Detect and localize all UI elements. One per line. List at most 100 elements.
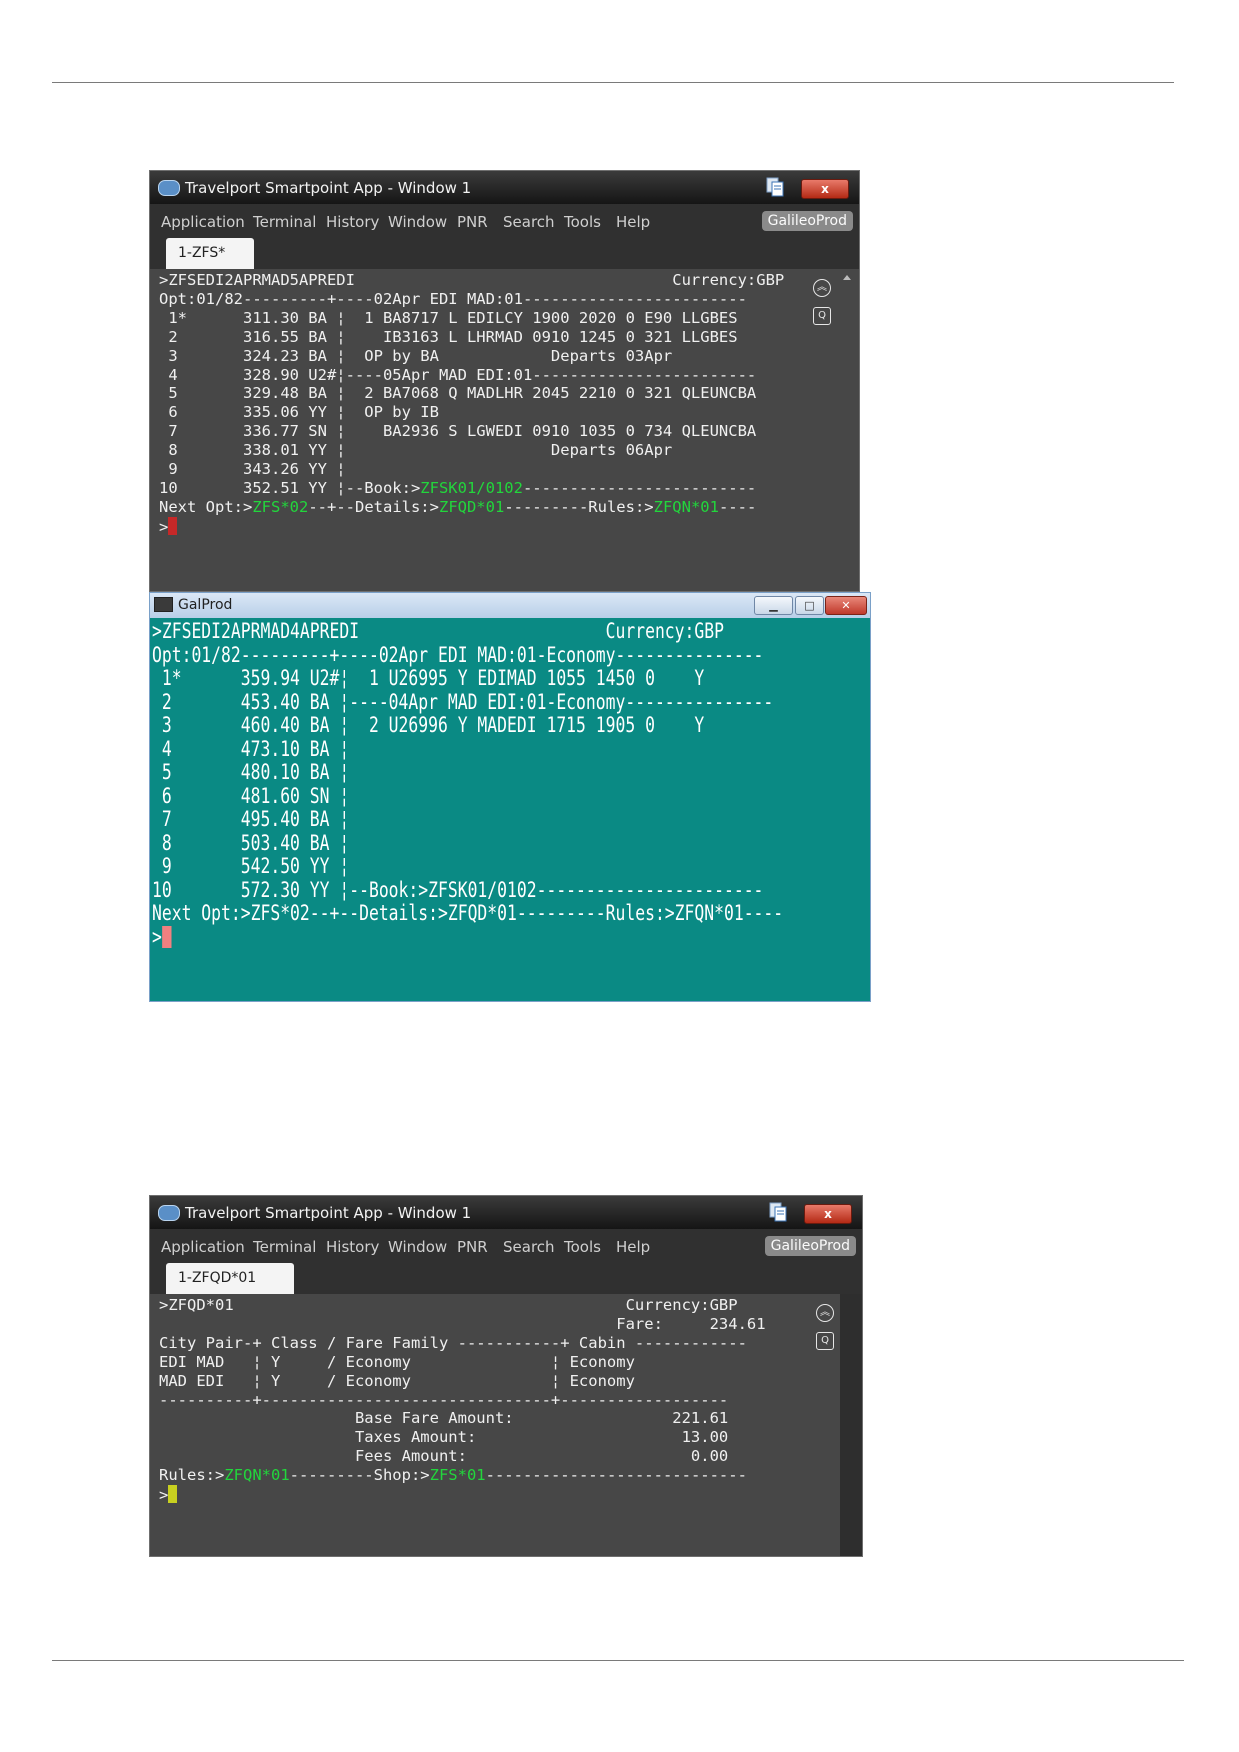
menu-search[interactable]: Search xyxy=(503,213,555,231)
menu-terminal[interactable]: Terminal xyxy=(253,1238,316,1256)
galprod-titlebar[interactable]: GalProd ▁ □ ✕ xyxy=(150,593,870,618)
galprod-window: GalProd ▁ □ ✕ >ZFSEDI2APRMAD4APREDI Curr… xyxy=(149,592,871,1002)
minimize-button[interactable]: ▁ xyxy=(754,596,793,615)
terminal-screen[interactable]: >ZFSEDI2APRMAD5APREDI Currency:GBP Opt:0… xyxy=(150,269,859,591)
galprod-close-button[interactable]: ✕ xyxy=(825,596,867,615)
terminal-line: 10 352.51 YY ¦--Book:>ZFSK01/0102-------… xyxy=(159,479,756,497)
terminal-line: 2 453.40 BA ¦----04Apr MAD EDI:01-Econom… xyxy=(152,689,774,714)
terminal-line: 8 503.40 BA ¦ xyxy=(152,830,350,855)
terminal-text: ---------Rules:> xyxy=(504,497,654,516)
menu-tools[interactable]: Tools xyxy=(564,213,601,231)
menu-application[interactable]: Application xyxy=(161,213,245,231)
menu-pnr[interactable]: PNR xyxy=(457,1238,488,1256)
tab-terminal-session[interactable]: 1-ZFS* xyxy=(166,238,254,269)
environment-badge[interactable]: GalileoProd xyxy=(761,211,853,231)
terminal-line: 3 460.40 BA ¦ 2 U26996 Y MADEDI 1715 190… xyxy=(152,713,705,737)
collapse-up-icon[interactable]: ︽ xyxy=(816,1304,834,1322)
quick-search-icon[interactable]: Q xyxy=(816,1332,834,1350)
tab-bar: 1-ZFS* xyxy=(150,238,859,269)
terminal-line: 5 480.10 BA ¦ xyxy=(152,760,350,784)
terminal-line: 5 329.48 BA ¦ 2 BA7068 Q MADLHR 2045 221… xyxy=(159,384,756,402)
command-link[interactable]: ZFS*02 xyxy=(252,498,308,516)
menu-application[interactable]: Application xyxy=(161,1238,245,1256)
documents-icon[interactable] xyxy=(768,1202,788,1222)
terminal-text: Fare: 234.61 xyxy=(159,1314,766,1333)
environment-badge[interactable]: GalileoProd xyxy=(764,1236,856,1256)
terminal-text: ---------------------------- xyxy=(485,1466,747,1485)
computer-icon xyxy=(154,597,173,612)
terminal-line: City Pair-+ Class / Fare Family --------… xyxy=(159,1334,747,1352)
close-button[interactable]: x xyxy=(801,179,849,199)
terminal-cursor xyxy=(168,1485,178,1504)
terminal-line: Next Opt:>ZFS*02--+--Details:>ZFQD*01---… xyxy=(152,901,784,925)
terminal-line: > xyxy=(152,925,172,949)
menu-window[interactable]: Window xyxy=(388,213,447,231)
terminal-text: ----------+-----------------------------… xyxy=(159,1390,729,1409)
terminal-text: 6 335.06 YY ¦ OP by IB xyxy=(159,403,439,422)
menu-terminal[interactable]: Terminal xyxy=(253,213,316,231)
terminal-cursor xyxy=(161,925,172,948)
terminal-line: 7 495.40 BA ¦ xyxy=(152,807,350,831)
terminal-text: >ZFQD*01 Currency:GBP xyxy=(159,1296,738,1314)
menu-history[interactable]: History xyxy=(326,1238,379,1256)
command-link[interactable]: ZFQN*01 xyxy=(224,1466,289,1484)
terminal-line: ----------+-----------------------------… xyxy=(159,1391,728,1409)
page-top-rule xyxy=(52,82,1174,83)
terminal-text: 10 352.51 YY ¦--Book:> xyxy=(159,478,421,497)
page-bottom-rule xyxy=(52,1660,1184,1661)
terminal-cursor xyxy=(168,516,178,535)
menu-bar: Application Terminal History Window PNR … xyxy=(150,1229,862,1263)
menu-search[interactable]: Search xyxy=(503,1238,555,1256)
scroll-up-arrow-icon[interactable] xyxy=(843,275,851,280)
terminal-text: Next Opt:> xyxy=(159,497,253,516)
terminal-text: 8 338.01 YY ¦ Departs 06Apr xyxy=(159,441,673,460)
quick-search-icon[interactable]: Q xyxy=(813,307,831,325)
terminal-line: >ZFQD*01 Currency:GBP xyxy=(159,1296,738,1314)
terminal-line: 4 473.10 BA ¦ xyxy=(152,736,350,761)
terminal-text: > xyxy=(159,1486,169,1505)
terminal-text: Taxes Amount: 13.00 xyxy=(159,1428,729,1447)
menu-tools[interactable]: Tools xyxy=(564,1238,601,1256)
tab-terminal-session[interactable]: 1-ZFQD*01 xyxy=(166,1263,294,1294)
terminal-line: > xyxy=(159,1485,178,1505)
terminal-line: Fees Amount: 0.00 xyxy=(159,1447,728,1465)
terminal-text: MAD EDI ¦ Y / Economy ¦ Economy xyxy=(159,1371,635,1390)
travelport-app-icon xyxy=(158,1205,180,1221)
terminal-line: MAD EDI ¦ Y / Economy ¦ Economy xyxy=(159,1372,635,1390)
terminal-screen[interactable]: >ZFQD*01 Currency:GBP Fare: 234.61 City … xyxy=(150,1294,840,1556)
collapse-up-icon[interactable]: ︽ xyxy=(813,279,831,297)
terminal-text: 4 328.90 U2#¦----05Apr MAD EDI:01-------… xyxy=(159,365,757,384)
terminal-line: Next Opt:>ZFS*02--+--Details:>ZFQD*01---… xyxy=(159,498,756,516)
terminal-text: 5 329.48 BA ¦ 2 BA7068 Q MADLHR 2045 221… xyxy=(159,384,757,403)
terminal-text: ---- xyxy=(718,497,757,516)
terminal-text: 9 343.26 YY ¦ xyxy=(159,460,346,479)
terminal-line: 4 328.90 U2#¦----05Apr MAD EDI:01-------… xyxy=(159,366,756,384)
terminal-text: > xyxy=(159,517,169,536)
window-titlebar[interactable]: Travelport Smartpoint App - Window 1 x xyxy=(150,1196,862,1229)
terminal-line: 8 338.01 YY ¦ Departs 06Apr xyxy=(159,441,672,459)
terminal-line: Opt:01/82---------+----02Apr EDI MAD:01-… xyxy=(152,642,764,667)
tab-bar: 1-ZFQD*01 xyxy=(150,1263,862,1294)
window-titlebar[interactable]: Travelport Smartpoint App - Window 1 x xyxy=(150,171,859,204)
menu-window[interactable]: Window xyxy=(388,1238,447,1256)
maximize-button[interactable]: □ xyxy=(795,596,824,615)
menu-pnr[interactable]: PNR xyxy=(457,213,488,231)
terminal-line: 7 336.77 SN ¦ BA2936 S LGWEDI 0910 1035 … xyxy=(159,422,756,440)
terminal-line: 10 572.30 YY ¦--Book:>ZFSK01/0102-------… xyxy=(152,877,764,902)
command-link[interactable]: ZFQN*01 xyxy=(654,498,719,516)
terminal-text: 1* 311.30 BA ¦ 1 BA8717 L EDILCY 1900 20… xyxy=(159,308,738,327)
close-button[interactable]: x xyxy=(804,1204,852,1224)
command-link[interactable]: ZFQD*01 xyxy=(439,498,504,516)
menu-history[interactable]: History xyxy=(326,213,379,231)
galprod-terminal-output[interactable]: >ZFSEDI2APRMAD4APREDI Currency:GBP Opt:0… xyxy=(152,619,784,949)
menu-help[interactable]: Help xyxy=(616,1238,650,1256)
command-link[interactable]: ZFSK01/0102 xyxy=(420,479,523,497)
command-link[interactable]: ZFS*01 xyxy=(430,1466,486,1484)
menu-help[interactable]: Help xyxy=(616,213,650,231)
documents-icon[interactable] xyxy=(765,177,785,197)
terminal-line: Opt:01/82---------+----02Apr EDI MAD:01-… xyxy=(159,290,747,308)
smartpoint-window-1: Travelport Smartpoint App - Window 1 x A… xyxy=(149,170,860,592)
terminal-text: City Pair-+ Class / Fare Family --------… xyxy=(159,1333,747,1352)
menu-bar: Application Terminal History Window PNR … xyxy=(150,204,859,238)
terminal-line: Taxes Amount: 13.00 xyxy=(159,1428,728,1446)
